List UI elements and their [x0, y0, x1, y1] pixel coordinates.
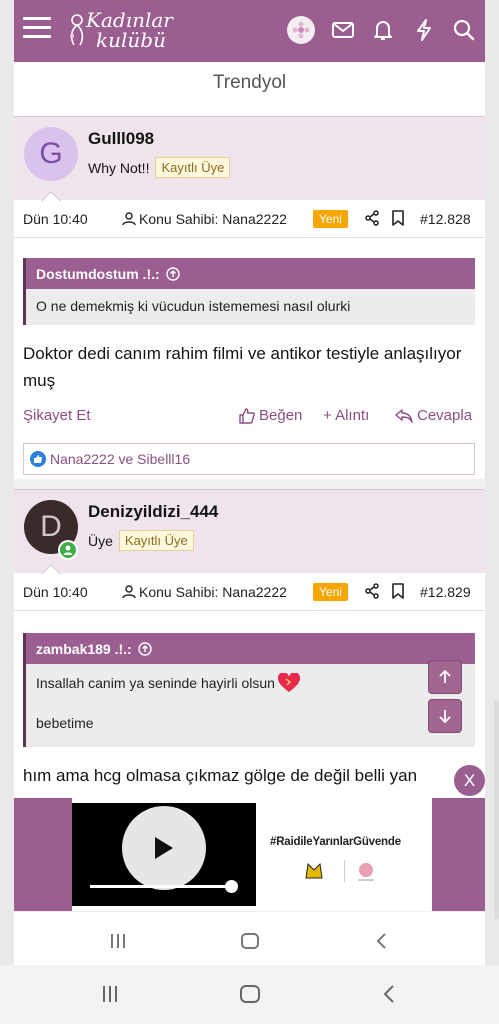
home-icon[interactable]	[237, 928, 263, 954]
online-user-icon	[60, 542, 76, 558]
user-title: Üye	[88, 532, 113, 549]
thread-owner: Konu Sahibi: Nana2222	[122, 584, 287, 600]
post-body: hım ama hcg olmasa çıkmaz gölge de değil…	[23, 766, 418, 785]
thread-owner-label: Konu Sahibi: Nana2222	[139, 211, 287, 227]
recent-apps-icon[interactable]	[97, 981, 123, 1007]
system-nav-bar	[0, 965, 499, 1024]
post-author-block: D Denizyildizi_444 Üye Kayıtlı Üye	[14, 489, 485, 584]
quote-author: Dostumdostum .!.:	[36, 265, 160, 282]
screen: Kadınlar kulübü Trendyol G Gulll098 Why …	[0, 0, 499, 1024]
play-icon	[155, 837, 173, 859]
quote-text: Insallah canim ya seninde hayirli olsun	[36, 675, 275, 691]
user-icon	[122, 585, 136, 599]
post-item: D Denizyildizi_444 Üye Kayıtlı Üye Dün 1…	[14, 489, 485, 785]
user-title-row: Üye Kayıtlı Üye	[88, 530, 194, 551]
site-logo[interactable]: Kadınlar kulübü	[66, 8, 176, 52]
heart-emoji-icon	[277, 673, 300, 692]
report-link[interactable]: Şikayet Et	[23, 407, 91, 424]
menu-icon[interactable]	[23, 17, 51, 41]
mail-icon[interactable]	[330, 17, 356, 43]
user-badge: Kayıtlı Üye	[118, 530, 194, 551]
site-header: Kadınlar kulübü	[14, 0, 485, 62]
quote-author: zambak189 .!.:	[36, 640, 132, 657]
post-body: Doktor dedi canım rahim filmi ve antikor…	[23, 344, 462, 390]
scroll-up-button[interactable]	[428, 660, 462, 694]
reactions-users: Nana2222 ve Sibelll16	[50, 451, 191, 467]
browser-nav-bar	[14, 911, 485, 965]
ad-video[interactable]	[72, 803, 256, 906]
bookmark-icon[interactable]	[392, 583, 404, 602]
post-number[interactable]: #12.829	[420, 584, 471, 600]
post-date[interactable]: Dün 10:40	[23, 211, 88, 227]
page-title: Trendyol	[212, 72, 287, 93]
ad-content: #RaidileYarınlarGüvende	[72, 798, 432, 911]
share-icon[interactable]	[364, 210, 380, 229]
quote-header[interactable]: Dostumdostum .!.:	[26, 258, 475, 289]
thread-owner: Konu Sahibi: Nana2222	[122, 211, 287, 227]
user-badge: Kayıtlı Üye	[155, 157, 231, 178]
edge-panel-handle[interactable]	[494, 700, 499, 920]
thread-owner-label: Konu Sahibi: Nana2222	[139, 584, 287, 600]
post-actions: Şikayet Et Beğen + Alıntı Cevapla	[23, 407, 475, 427]
logo-mark-icon	[70, 14, 84, 46]
avatar[interactable]: G	[24, 127, 78, 181]
user-title-row: Why Not!! Kayıtlı Üye	[88, 157, 231, 178]
reply-button[interactable]: Cevapla	[395, 407, 472, 424]
user-icon	[122, 212, 136, 226]
post-separator	[14, 479, 485, 489]
quote-button[interactable]: + Alıntı	[323, 407, 369, 424]
thumbs-up-icon	[239, 407, 255, 424]
logo-text-2: kulübü	[96, 28, 166, 52]
post-meta: Dün 10:40 Konu Sahibi: Nana2222 Yeni #12…	[14, 573, 485, 611]
lightning-icon[interactable]	[411, 17, 437, 43]
user-title: Why Not!!	[88, 159, 150, 176]
user-avatar[interactable]	[287, 16, 315, 44]
bell-icon[interactable]	[370, 17, 396, 43]
recent-apps-icon[interactable]	[105, 928, 131, 954]
bookmark-icon[interactable]	[392, 210, 404, 229]
video-progress-handle[interactable]	[225, 880, 238, 893]
avatar-flower-icon	[292, 21, 310, 39]
home-icon[interactable]	[237, 981, 263, 1007]
ad-sponsor-logos	[305, 860, 374, 882]
arrow-up-circle-icon[interactable]	[165, 266, 180, 281]
ad-hashtag: #RaidileYarınlarGüvende	[270, 836, 401, 848]
new-badge: Yeni	[313, 210, 348, 228]
post-date[interactable]: Dün 10:40	[23, 584, 88, 600]
reply-label: Cevapla	[417, 407, 473, 424]
online-status-badge	[58, 540, 78, 560]
scroll-down-button[interactable]	[428, 699, 462, 733]
arrow-up-icon	[439, 669, 451, 683]
quote-block: zambak189 .!.: Insallah canim ya seninde…	[23, 633, 475, 747]
back-icon[interactable]	[368, 928, 394, 954]
play-button[interactable]	[122, 806, 206, 890]
new-badge: Yeni	[313, 583, 348, 601]
ad-close-button[interactable]: X	[454, 765, 485, 796]
quote-header[interactable]: zambak189 .!.:	[26, 633, 475, 664]
quote-text: bebetime	[36, 715, 94, 731]
site-container: Kadınlar kulübü Trendyol G Gulll098 Why …	[14, 0, 485, 965]
arrow-down-icon	[439, 710, 451, 724]
post-meta: Dün 10:40 Konu Sahibi: Nana2222 Yeni #12…	[14, 200, 485, 238]
quote-block: Dostumdostum .!.: O ne demekmiş ki vücud…	[23, 258, 475, 325]
search-icon[interactable]	[451, 17, 477, 43]
ad-banner[interactable]: #RaidileYarınlarGüvende	[14, 798, 485, 911]
post-author-block: G Gulll098 Why Not!! Kayıtlı Üye	[14, 116, 485, 211]
username[interactable]: Denizyildizi_444	[88, 502, 218, 522]
like-reaction-icon	[30, 451, 46, 467]
reply-icon	[395, 408, 413, 423]
like-label: Beğen	[259, 407, 303, 424]
back-icon[interactable]	[376, 981, 402, 1007]
quote-text: O ne demekmiş ki vücudun istememesi nası…	[36, 298, 351, 314]
post-item: G Gulll098 Why Not!! Kayıtlı Üye Dün 10:…	[14, 116, 485, 475]
quote-line-row: Insallah canim ya seninde hayirli olsun	[26, 664, 475, 693]
username[interactable]: Gulll098	[88, 129, 154, 149]
like-button[interactable]: Beğen	[239, 407, 302, 424]
share-icon[interactable]	[364, 583, 380, 602]
video-progress-bar[interactable]	[90, 885, 232, 888]
arrow-up-circle-icon[interactable]	[138, 641, 152, 656]
reactions-bar[interactable]: Nana2222 ve Sibelll16	[23, 443, 475, 475]
post-number[interactable]: #12.828	[420, 211, 471, 227]
